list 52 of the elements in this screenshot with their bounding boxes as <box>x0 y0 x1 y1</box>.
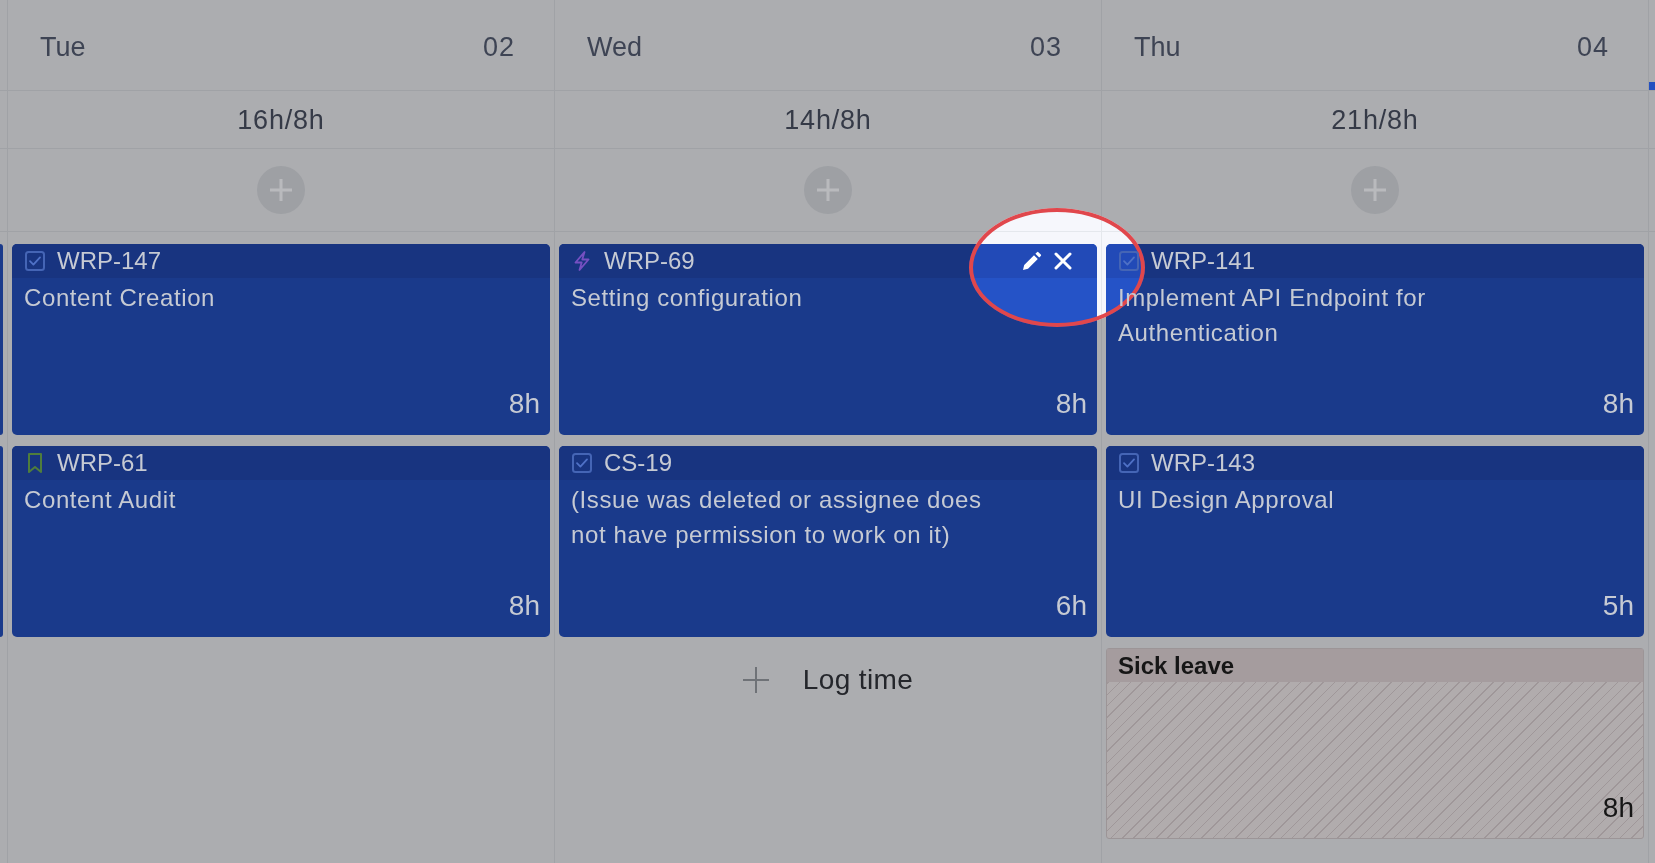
weekday-label: Thu <box>1134 30 1181 63</box>
issue-title: UI Design Approval <box>1118 485 1335 515</box>
worklog-card[interactable]: WRP-147 Content Creation 8h <box>12 244 550 435</box>
worklog-card[interactable]: CS-19 (Issue was deleted or assignee does not have permission to work on it) 6h <box>559 446 1097 637</box>
logged-hours: 16h/8h <box>237 103 325 136</box>
log-time-button[interactable]: Log time <box>742 648 914 712</box>
issue-title: Content Creation <box>24 283 216 313</box>
logged-hours: 21h/8h <box>1331 103 1419 136</box>
leave-title: Sick leave <box>1118 650 1235 681</box>
issue-key: WRP-143 <box>1151 448 1256 478</box>
issue-title: (Issue was deleted or assignee does not have permission to work on it) <box>571 485 983 550</box>
issue-key: WRP-141 <box>1151 246 1256 276</box>
close-button[interactable] <box>1054 252 1072 270</box>
add-button[interactable] <box>1351 166 1399 214</box>
pencil-icon <box>1022 251 1042 271</box>
issue-key: WRP-69 <box>604 246 695 276</box>
issue-key: WRP-147 <box>57 246 162 276</box>
hours-label: 8h <box>508 387 540 421</box>
leave-card[interactable]: Sick leave 8h <box>1106 648 1644 839</box>
plus-icon <box>742 667 769 693</box>
marker-icon <box>1649 82 1655 90</box>
hours-label: 8h <box>1602 791 1634 825</box>
plus-icon <box>270 179 292 201</box>
bookmark-icon <box>25 453 45 473</box>
check-square-icon <box>572 453 592 473</box>
close-icon <box>1054 252 1072 270</box>
weekday-label: Wed <box>587 30 643 63</box>
issue-title: Content Audit <box>24 485 176 515</box>
logged-hours: 14h/8h <box>784 103 872 136</box>
check-square-icon <box>25 251 45 271</box>
plus-icon <box>1364 179 1386 201</box>
plus-icon <box>817 179 839 201</box>
lightning-icon <box>572 251 592 271</box>
issue-key: WRP-61 <box>57 448 148 478</box>
issue-title: Setting configuration <box>571 283 803 313</box>
date-number: 04 <box>1576 30 1609 63</box>
add-button[interactable] <box>804 166 852 214</box>
check-square-icon <box>1119 251 1139 271</box>
hours-label: 6h <box>1055 589 1087 623</box>
add-button[interactable] <box>257 166 305 214</box>
date-number: 03 <box>1029 30 1062 63</box>
hours-label: 8h <box>1055 387 1087 421</box>
worklog-card[interactable]: WRP-61 Content Audit 8h <box>12 446 550 637</box>
check-square-icon <box>1119 453 1139 473</box>
weekday-label: Tue <box>40 30 86 63</box>
hours-label: 8h <box>1602 387 1634 421</box>
date-number: 02 <box>482 30 515 63</box>
edit-button[interactable] <box>1022 251 1042 271</box>
hours-label: 5h <box>1602 589 1634 623</box>
worklog-card[interactable]: WRP-143 UI Design Approval 5h <box>1106 446 1644 637</box>
issue-key: CS-19 <box>604 448 673 478</box>
hours-label: 8h <box>508 589 540 623</box>
